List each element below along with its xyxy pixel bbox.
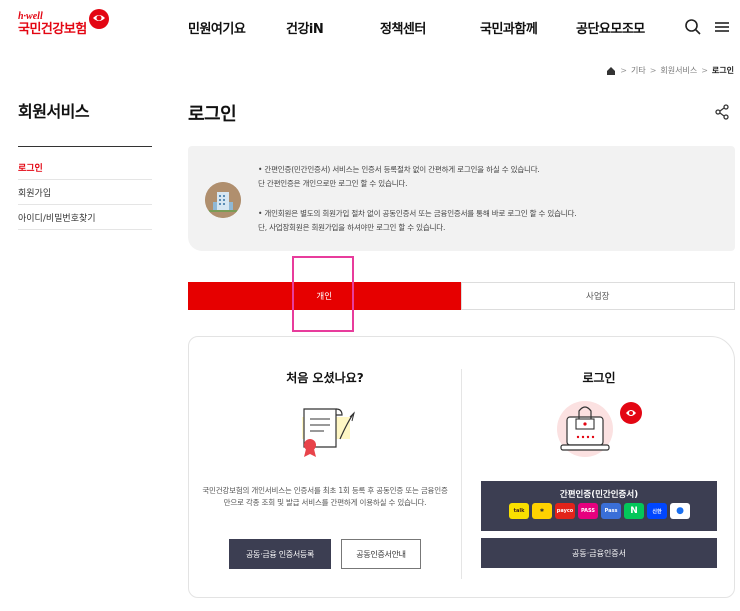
sidebar-item-find-account[interactable]: 아이디/비밀번호찾기 bbox=[18, 205, 152, 230]
notice-box: • 간편인증(민간인증서) 서비스는 인증서 등록절차 없이 간편하게 로그인을… bbox=[188, 146, 735, 251]
payco-provider-icon: payco bbox=[555, 503, 575, 519]
easy-auth-label: 간편인증(민간인증서) bbox=[559, 490, 639, 500]
laptop-lock-icon bbox=[557, 401, 642, 457]
toss-provider-icon: ● bbox=[670, 503, 690, 519]
site-header: h·well 국민건강보험 민원여기요 건강iN 정책센터 국민과함께 공단요모… bbox=[0, 0, 740, 58]
joint-financial-cert-login-button[interactable]: 공동·금융인증서 bbox=[481, 538, 717, 568]
sidebar: 회원서비스 로그인 회원가입 아이디/비밀번호찾기 bbox=[18, 98, 152, 230]
highlight-box bbox=[292, 256, 354, 332]
certificate-guide-button[interactable]: 공동인증서안내 bbox=[341, 539, 421, 569]
breadcrumb-separator: > bbox=[620, 66, 627, 75]
notice-line: 단, 사업장회원은 회원가입을 하셔야만 로그인 할 수 있습니다. bbox=[258, 223, 446, 232]
easy-auth-button[interactable]: 간편인증(민간인증서) talk ✱ payco PASS Pass N 신한 … bbox=[481, 481, 717, 531]
logo-mark-icon bbox=[89, 9, 109, 29]
auth-provider-row: talk ✱ payco PASS Pass N 신한 ● bbox=[509, 503, 690, 519]
naver-provider-icon: N bbox=[624, 503, 644, 519]
share-icon[interactable] bbox=[712, 102, 732, 122]
menu-icon[interactable] bbox=[713, 18, 731, 36]
nav-item-policy[interactable]: 정책센터 bbox=[380, 18, 426, 37]
sidebar-title: 회원서비스 bbox=[18, 98, 152, 147]
shinhan-provider-icon: 신한 bbox=[647, 503, 667, 519]
nav-item-civil[interactable]: 민원여기요 bbox=[188, 18, 246, 37]
kb-provider-icon: ✱ bbox=[532, 503, 552, 519]
notice-line: • 간편인증(민간인증서) 서비스는 인증서 등록절차 없이 간편하게 로그인을… bbox=[258, 165, 540, 174]
breadcrumb-item-etc[interactable]: 기타 bbox=[631, 65, 646, 76]
breadcrumb: > 기타 > 회원서비스 > 로그인 bbox=[606, 65, 734, 76]
logo-tagline: h·well bbox=[18, 11, 43, 22]
search-icon[interactable] bbox=[684, 18, 702, 36]
register-certificate-button[interactable]: 공동·금융 인증서등록 bbox=[229, 539, 331, 569]
breadcrumb-item-member[interactable]: 회원서비스 bbox=[660, 65, 697, 76]
building-icon bbox=[205, 182, 241, 218]
breadcrumb-separator: > bbox=[649, 66, 657, 75]
pass-provider-icon: PASS bbox=[578, 503, 598, 519]
logo-text: 국민건강보험 bbox=[18, 22, 87, 37]
breadcrumb-separator: > bbox=[701, 66, 708, 75]
samsung-pass-provider-icon: Pass bbox=[601, 503, 621, 519]
certificate-scroll-icon bbox=[302, 408, 355, 457]
tab-business[interactable]: 사업장 bbox=[460, 282, 735, 310]
nav-item-health[interactable]: 건강iN bbox=[286, 18, 324, 37]
home-icon[interactable] bbox=[606, 66, 616, 76]
nav-item-about[interactable]: 공단요모조모 bbox=[576, 18, 645, 37]
login-title: 로그인 bbox=[582, 371, 616, 385]
sidebar-item-signup[interactable]: 회원가입 bbox=[18, 180, 152, 205]
page-title: 로그인 bbox=[188, 104, 237, 125]
breadcrumb-item-current: 로그인 bbox=[711, 66, 734, 75]
member-type-tabs: 개인 사업장 bbox=[188, 282, 735, 310]
nhis-logo[interactable]: h·well 국민건강보험 bbox=[18, 9, 109, 38]
sidebar-list: 로그인 회원가입 아이디/비밀번호찾기 bbox=[18, 155, 152, 230]
login-card: 처음 오셨나요? 국민건강보험의 개인서비스는 인증서를 최초 1회 등록 후 … bbox=[188, 336, 735, 598]
kakao-provider-icon: talk bbox=[509, 503, 529, 519]
sidebar-item-login[interactable]: 로그인 bbox=[18, 155, 152, 180]
first-visit-title: 처음 오셨나요? bbox=[286, 371, 364, 385]
card-divider bbox=[461, 369, 462, 579]
nav-item-together[interactable]: 국민과함께 bbox=[480, 18, 538, 37]
notice-line: • 개인회원은 별도의 회원가입 절차 없이 공동인증서 또는 금융인증서를 통… bbox=[258, 209, 577, 218]
notice-line: 단 간편인증은 개인으로만 로그인 할 수 있습니다. bbox=[258, 179, 408, 188]
first-visit-description: 국민건강보험의 개인서비스는 인증서를 최초 1회 등록 후 공동인증 또는 금… bbox=[202, 486, 448, 507]
